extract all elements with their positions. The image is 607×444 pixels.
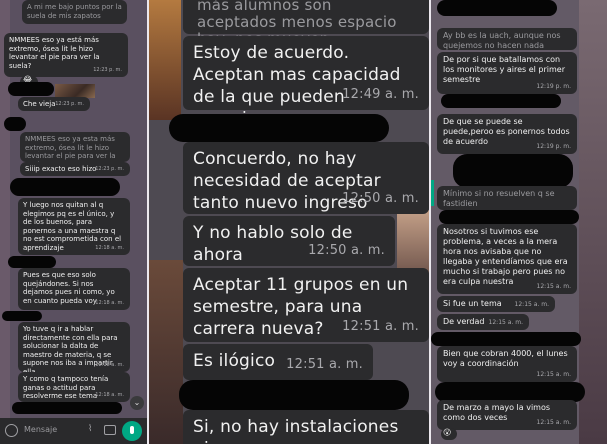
redaction (453, 154, 573, 188)
redaction (4, 117, 26, 131)
chat-panel-center: más alumnos son aceptados menos espacio … (149, 0, 429, 444)
chevron-down-icon: ⌄ (133, 398, 141, 407)
message-bubble[interactable]: De marzo a mayo la vimos como dos veces … (437, 400, 577, 430)
message-text: De por si que batallamos con los monitor… (443, 55, 566, 84)
message-bubble[interactable]: NMMEES eso ya esta más extremo, ósea lit… (20, 132, 130, 169)
message-text: Es ilógico (193, 351, 276, 371)
message-time: 12:19 p. m. (536, 143, 571, 150)
message-time: 12:15 a. m. (536, 419, 571, 426)
message-bubble[interactable]: Mínimo si no resuelven q se fastidien (437, 186, 577, 210)
redaction (179, 380, 409, 410)
mic-icon (130, 426, 134, 434)
redaction (439, 210, 579, 224)
unread-indicator (431, 180, 434, 206)
message-bubble[interactable]: Si, no hay instalaciones ni (183, 410, 429, 444)
background-photo (579, 0, 607, 444)
message-bubble[interactable]: más alumnos son aceptados menos espacio … (183, 0, 429, 48)
message-bubble[interactable]: Nosotros si tuvimos ese problema, a vece… (437, 224, 577, 294)
message-input-bar: Mensaje ⌇ (0, 418, 148, 444)
message-time: 12:18 a. m. (95, 392, 124, 399)
message-text: A mi me bajo puntos por la suela de mis … (27, 3, 122, 20)
redaction (435, 382, 585, 402)
message-time: 12:49 a. m. (342, 87, 419, 102)
message-time: 12:15 a. m. (488, 319, 523, 326)
message-text: Bien que cobran 4000, el lunes voy a coo… (443, 349, 568, 368)
message-bubble[interactable]: Yo tuve q ir a hablar directamente con e… (18, 322, 130, 376)
chat-panel-left: A mi me bajo puntos por la suela de mis … (0, 0, 148, 444)
redaction (169, 114, 389, 142)
camera-icon[interactable] (104, 425, 116, 435)
message-time: 12:50 a. m. (308, 243, 385, 258)
redaction (2, 311, 42, 321)
message-bubble[interactable]: Aceptar 11 grupos en un semestre, para u… (183, 268, 429, 342)
emoji-icon[interactable] (5, 424, 18, 437)
message-text: Siiip exacto eso hizo (25, 165, 97, 173)
message-bubble[interactable]: Es ilógico 12:51 a. m. (183, 344, 373, 380)
message-time: 12:15 a. m. (536, 283, 571, 290)
message-text: De verdad (443, 317, 485, 326)
message-time: 12:50 a. m. (342, 191, 419, 206)
message-bubble[interactable]: Pues es que eso solo quejándones. Si nos… (18, 268, 130, 310)
attach-icon[interactable]: ⌇ (88, 424, 92, 434)
message-bubble[interactable]: Estoy de acuerdo. Aceptan mas capacidad … (183, 36, 429, 129)
message-time: 12:19 p. m. (536, 83, 571, 90)
redacted-photo (55, 84, 95, 98)
message-text: Ay bb es la uach, aunque nos quejemos no… (443, 31, 561, 50)
message-bubble[interactable]: Y no hablo solo de ahora 12:50 a. m. (183, 216, 395, 266)
redaction (441, 94, 561, 108)
message-time: 12:23 p. m. (55, 101, 84, 108)
message-bubble[interactable]: Si fue un tema 12:15 a. m. (437, 296, 555, 312)
emoji: 😮 (443, 428, 452, 437)
chat-panel-right: Ay bb es la uach, aunque nos quejemos no… (431, 0, 607, 444)
message-text: Si, no hay instalaciones ni (193, 417, 399, 444)
redaction (431, 332, 581, 346)
message-text: NMMEES eso ya está más extremo, ósea lit… (9, 36, 100, 70)
message-bubble[interactable]: Che vieja 12:23 p. m. (18, 97, 90, 111)
message-time: 12:51 a. m. (286, 357, 363, 372)
emoji-reaction[interactable]: 😮 (441, 428, 457, 440)
message-bubble[interactable]: Y como q tampoco tenía ganas o actitud p… (18, 372, 130, 402)
message-bubble[interactable]: De por si que batallamos con los monitor… (437, 52, 577, 94)
background-photo (149, 0, 181, 120)
message-text: De marzo a mayo la vimos como dos veces (443, 403, 551, 422)
message-bubble[interactable]: Ay bb es la uach, aunque nos quejemos no… (437, 28, 577, 50)
message-time: 12:18 a. m. (95, 362, 124, 369)
message-time: 12:18 a. m. (95, 300, 124, 307)
redaction (437, 0, 557, 16)
message-bubble[interactable]: Concuerdo, no hay necesidad de aceptar t… (183, 142, 429, 214)
message-bubble[interactable]: De verdad 12:15 a. m. (437, 314, 529, 330)
message-bubble[interactable]: Y luego nos quitan al q elegimos pq es e… (18, 198, 130, 255)
message-input[interactable]: Mensaje (24, 425, 57, 434)
message-bubble[interactable]: De que se puede se puede,peroo es ponern… (437, 114, 577, 154)
message-text: Mínimo si no resuelven q se fastidien (443, 189, 555, 208)
message-time: 12:15 a. m. (514, 301, 549, 308)
scroll-down-button[interactable]: ⌄ (130, 396, 144, 410)
message-text: Che vieja (23, 100, 56, 108)
message-time: 12:23 p. m. (95, 166, 124, 173)
message-bubble[interactable]: A mi me bajo puntos por la suela de mis … (22, 0, 127, 24)
message-text: Si fue un tema (443, 299, 502, 308)
background-photo (149, 260, 183, 444)
redaction (12, 402, 122, 414)
message-bubble[interactable]: Siiip exacto eso hizo 12:23 p. m. (20, 162, 130, 176)
message-time: 12:18 a. m. (95, 245, 124, 252)
mic-button[interactable] (122, 421, 142, 441)
message-bubble[interactable]: Bien que cobran 4000, el lunes voy a coo… (437, 346, 577, 382)
message-time: 12:15 a. m. (536, 371, 571, 378)
message-bubble[interactable]: NMMEES eso ya está más extremo, ósea lit… (4, 33, 128, 77)
message-time: 12:23 p. m. (93, 67, 122, 74)
redaction (8, 82, 54, 96)
message-text: Nosotros si tuvimos ese problema, a vece… (443, 227, 568, 286)
redaction (10, 178, 120, 196)
redaction (8, 256, 56, 268)
message-time: 12:51 a. m. (342, 319, 419, 334)
